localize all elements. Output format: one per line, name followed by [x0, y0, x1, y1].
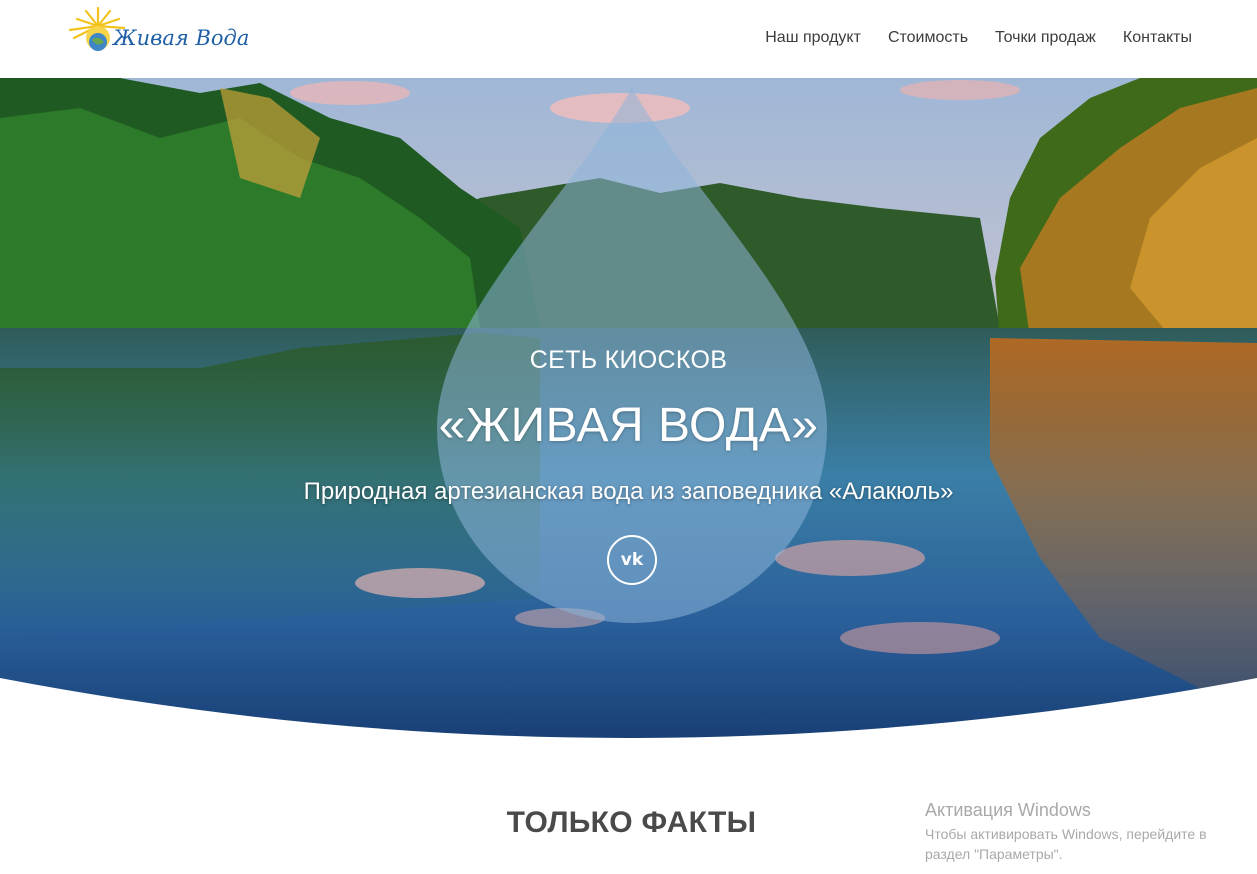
- logo[interactable]: Живая Вода: [64, 2, 249, 62]
- hero-tagline: Природная артезианская вода из заповедни…: [303, 478, 954, 505]
- nav-item-product[interactable]: Наш продукт: [765, 29, 861, 47]
- site-header: Живая Вода Наш продукт Стоимость Точки п…: [0, 0, 1257, 78]
- nav-item-contacts[interactable]: Контакты: [1123, 29, 1192, 47]
- watermark-title: Активация Windows: [925, 800, 1091, 820]
- watermark-text: Чтобы активировать Windows, перейдите в …: [925, 826, 1207, 862]
- vk-button[interactable]: vk: [607, 535, 657, 585]
- hero-section: СЕТЬ КИОСКОВ «ЖИВАЯ ВОДА» Природная арте…: [0, 78, 1257, 748]
- nav-item-points-of-sale[interactable]: Точки продаж: [995, 29, 1096, 47]
- vk-icon: vk: [620, 550, 644, 570]
- windows-activation-watermark: Активация Windows Чтобы активировать Win…: [925, 800, 1235, 864]
- logo-text: Живая Вода: [113, 26, 250, 50]
- nav-item-price[interactable]: Стоимость: [888, 29, 968, 47]
- hero-title: «ЖИВАЯ ВОДА»: [438, 399, 819, 452]
- main-nav: Наш продукт Стоимость Точки продаж Конта…: [765, 29, 1192, 47]
- hero-subtitle: СЕТЬ КИОСКОВ: [529, 346, 728, 374]
